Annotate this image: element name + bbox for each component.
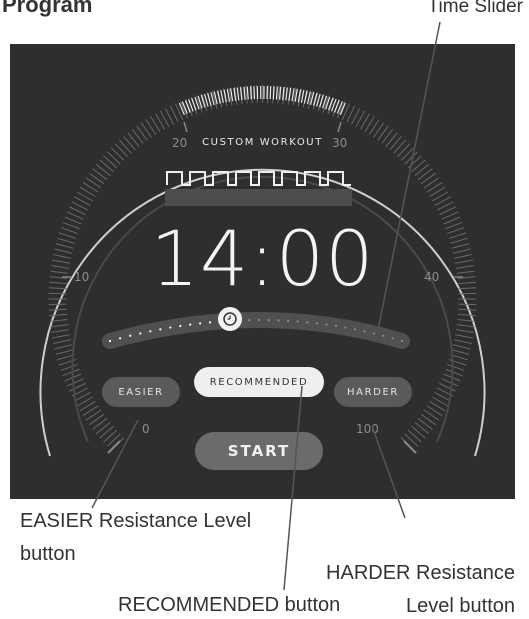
easier-callout-label-line2: button	[20, 541, 76, 567]
easier-callout-label-line1: EASIER Resistance Level	[20, 508, 251, 534]
easier-button[interactable]: EASIER	[102, 377, 180, 407]
scale-mark-20	[184, 122, 187, 132]
workout-timer: 14:00	[10, 214, 515, 304]
dial-scale-label-100: 100	[356, 422, 379, 436]
scale-mark-0	[108, 441, 120, 453]
harder-callout-label-line1: HARDER Resistance	[326, 560, 515, 586]
square-wave-profile-icon	[165, 172, 352, 206]
recommended-button[interactable]: RECOMMENDED	[194, 367, 324, 397]
time-slider-callout-label: Time Slider	[428, 0, 523, 20]
harder-button[interactable]: HARDER	[334, 377, 412, 407]
time-slider-track	[110, 320, 402, 341]
harder-callout-label-line2: Level button	[406, 593, 515, 619]
workout-title: CUSTOM WORKOUT	[10, 137, 515, 148]
dial-scale-label-0: 0	[142, 422, 150, 436]
start-button[interactable]: START	[195, 432, 323, 470]
program-callout-label: Program	[2, 0, 92, 18]
clock-icon	[218, 307, 242, 331]
recommended-callout-label: RECOMMENDED button	[118, 592, 340, 618]
scale-mark-30	[338, 122, 341, 132]
console-screen: 20 30 10 40 0 100 CUSTOM WORKOUT 14:00 E…	[10, 44, 515, 499]
